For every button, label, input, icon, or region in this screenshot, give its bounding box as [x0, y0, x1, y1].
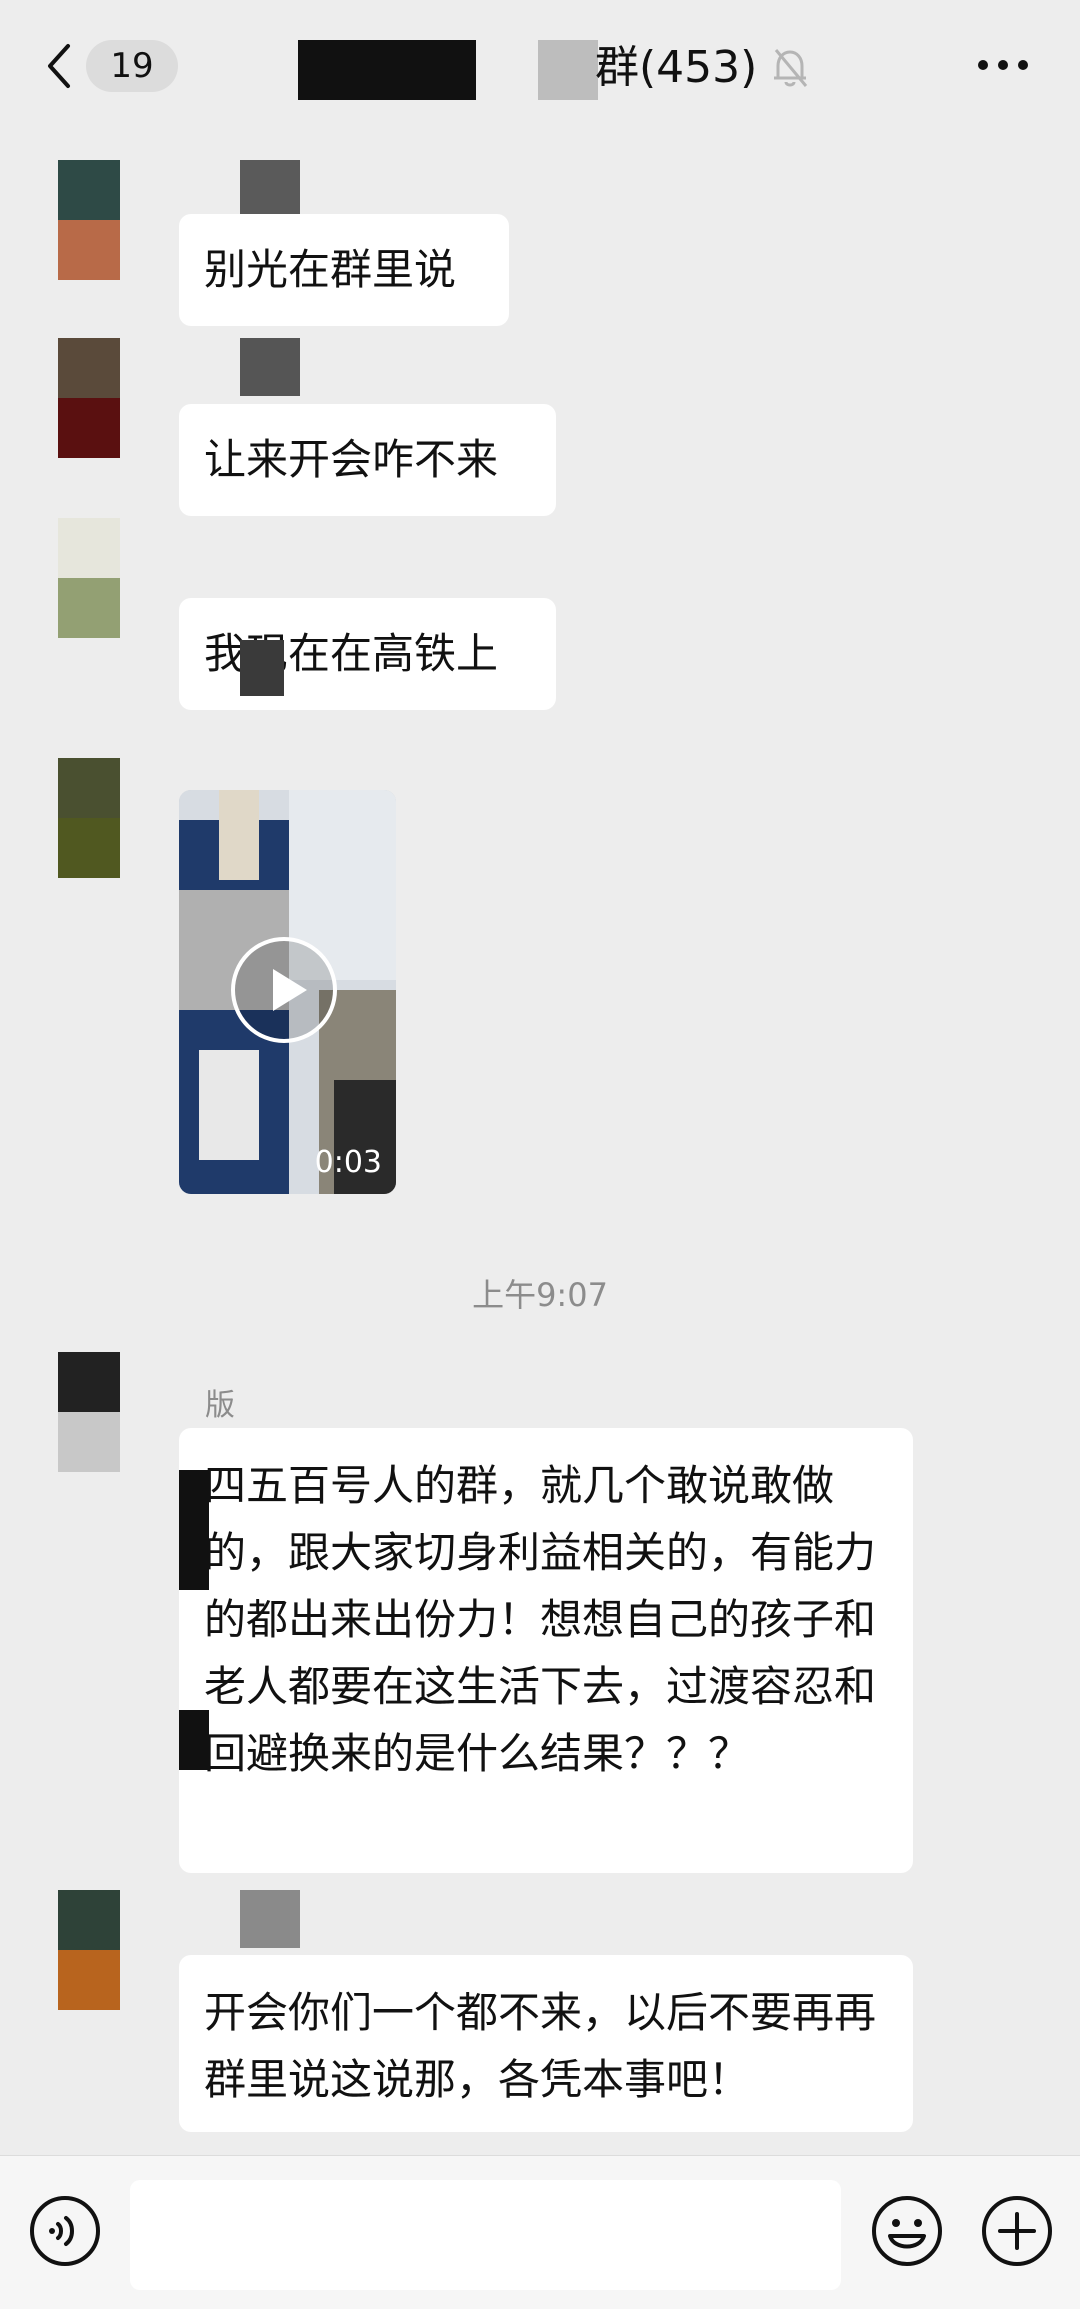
message-timestamp: 上午9:07 [472, 1276, 608, 1314]
group-title: 群(453) [595, 42, 758, 93]
group-name-blur [538, 40, 598, 100]
message-input[interactable] [130, 2180, 841, 2290]
video-message[interactable]: 0:03 [179, 790, 396, 1194]
avatar[interactable] [58, 758, 120, 878]
group-name-redaction [298, 40, 476, 100]
nickname-redaction [240, 640, 284, 696]
mute-bell-icon [774, 49, 808, 87]
message-bubble[interactable]: 别光在群里说 [179, 214, 509, 326]
avatar[interactable] [58, 518, 120, 638]
message-bubble[interactable]: 让来开会咋不来 [179, 404, 556, 516]
voice-input-icon[interactable] [28, 2194, 102, 2268]
nickname-redaction [240, 338, 300, 396]
play-icon[interactable] [229, 935, 339, 1045]
sender-name: 版 [205, 1388, 235, 1423]
redaction-strip [179, 1470, 209, 1590]
emoji-icon[interactable] [870, 2194, 944, 2268]
message-bubble[interactable]: 四五百号人的群，就几个敢说敢做的，跟大家切身利益相关的，有能力的都出来出份力！想… [179, 1428, 913, 1873]
avatar[interactable] [58, 1890, 120, 2010]
back-arrow-icon[interactable] [40, 40, 80, 92]
video-duration: 0:03 [314, 1145, 382, 1180]
chat-header: 19 群(453) [0, 0, 1080, 130]
avatar[interactable] [58, 160, 120, 280]
message-bubble[interactable]: 开会你们一个都不来，以后不要再再群里说这说那，各凭本事吧！ [179, 1955, 913, 2132]
avatar[interactable] [58, 338, 120, 458]
add-more-icon[interactable] [980, 2194, 1054, 2268]
input-bar [0, 2155, 1080, 2309]
avatar[interactable] [58, 1352, 120, 1472]
message-bubble[interactable]: 我现在在高铁上 [179, 598, 556, 710]
nickname-redaction [240, 1890, 300, 1948]
nickname-redaction [240, 160, 300, 218]
unread-count-badge[interactable]: 19 [86, 40, 178, 92]
more-options-icon[interactable] [976, 58, 1030, 72]
redaction-strip [179, 1710, 209, 1770]
